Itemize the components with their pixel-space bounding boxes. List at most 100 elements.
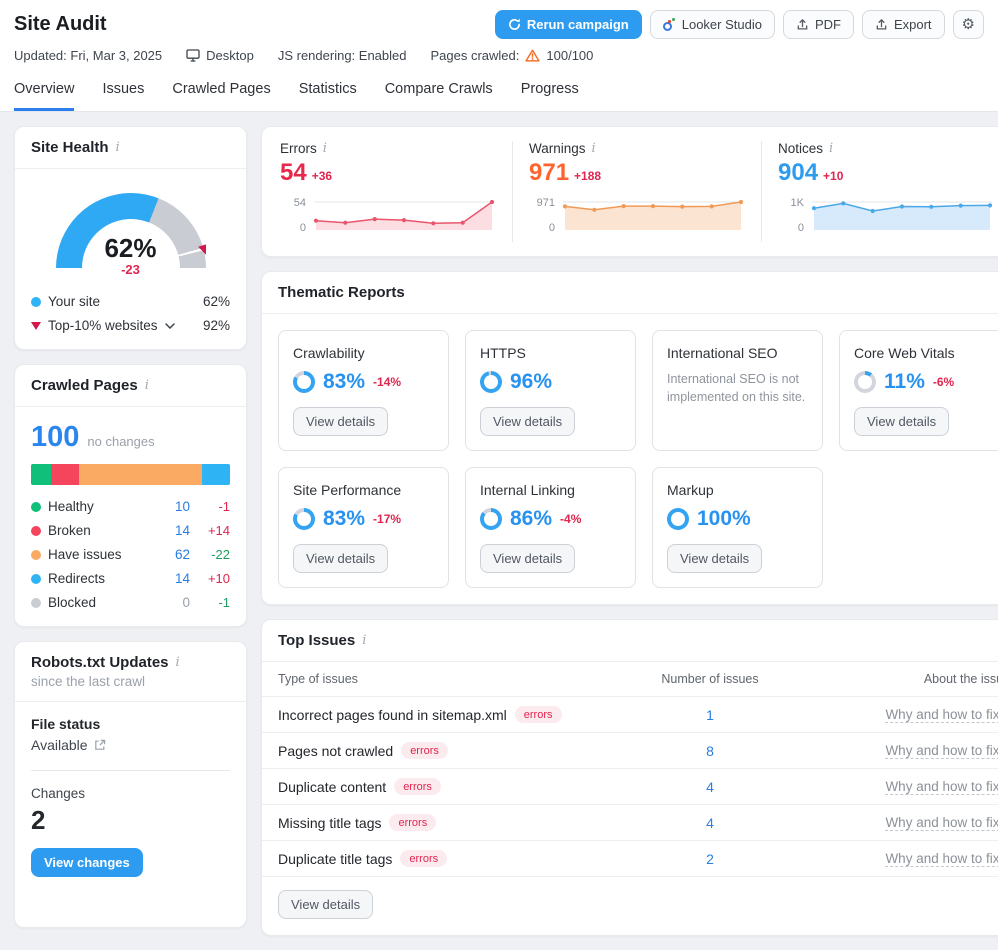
view-details-button[interactable]: View details	[278, 890, 373, 919]
notices-delta: +10	[823, 169, 843, 183]
tab-progress[interactable]: Progress	[521, 81, 579, 111]
report-delta: -6%	[933, 375, 954, 389]
tab-statistics[interactable]: Statistics	[299, 81, 357, 111]
why-how-to-fix-link[interactable]: Why and how to fix it	[885, 851, 998, 867]
donut-chart	[293, 508, 315, 530]
report-delta: -4%	[560, 512, 581, 526]
tab-issues[interactable]: Issues	[102, 81, 144, 111]
notices-sparkline	[810, 195, 994, 242]
view-details-button[interactable]: View details	[854, 407, 949, 436]
looker-studio-label: Looker Studio	[682, 17, 762, 32]
notices-metric: Notices i 904 +10 1K 0	[761, 141, 998, 242]
report-delta: -17%	[373, 512, 401, 526]
notices-value[interactable]: 904	[778, 159, 818, 187]
export-label: Export	[894, 17, 932, 32]
donut-chart	[293, 371, 315, 393]
report-percent: 100%	[697, 507, 751, 531]
report-description: International SEO is not implemented on …	[667, 371, 808, 406]
tab-compare-crawls[interactable]: Compare Crawls	[385, 81, 493, 111]
main-column: Errors i 54 +36 54 0 Warnings	[261, 126, 998, 936]
legend-redirects: Redirects 14 +10	[31, 571, 230, 586]
crawled-pages-note: no changes	[87, 434, 154, 449]
warnings-value[interactable]: 971	[529, 159, 569, 187]
errors-delta: +36	[312, 169, 332, 183]
issue-count-link[interactable]: 4	[630, 815, 790, 831]
device-label: Desktop	[206, 48, 254, 63]
core-web-vitals-card: Core Web Vitals 11% -6% View details	[839, 330, 998, 451]
js-rendering-status: JS rendering: Enabled	[278, 48, 407, 63]
info-icon[interactable]: i	[176, 655, 180, 670]
legend-value: 0	[154, 595, 190, 610]
legend-delta: -1	[194, 595, 230, 610]
audit-meta-row: Updated: Fri, Mar 3, 2025 Desktop JS ren…	[14, 48, 984, 63]
report-percent: 86%	[510, 507, 552, 531]
looker-studio-icon	[663, 18, 676, 31]
file-status-link[interactable]: Available	[31, 737, 106, 753]
errors-value[interactable]: 54	[280, 159, 307, 187]
pdf-button[interactable]: PDF	[783, 10, 854, 39]
why-how-to-fix-link[interactable]: Why and how to fix it	[885, 815, 998, 831]
donut-chart	[667, 508, 689, 530]
column-number-of-issues: Number of issues	[630, 672, 790, 686]
settings-button[interactable]: ⚙	[953, 10, 984, 39]
info-icon[interactable]: i	[145, 378, 149, 393]
legend-value[interactable]: 62	[154, 547, 190, 562]
issue-count-link[interactable]: 1	[630, 707, 790, 723]
column-about-the-issue: About the issue	[790, 672, 998, 686]
report-delta: -14%	[373, 375, 401, 389]
file-status-value: Available	[31, 737, 88, 753]
green-dot-icon	[31, 502, 41, 512]
why-how-to-fix-link[interactable]: Why and how to fix it	[885, 707, 998, 723]
crawled-pages-card: Crawled Pages i 100 no changes Healthy 1…	[14, 364, 247, 627]
errors-badge: errors	[389, 814, 436, 831]
legend-value[interactable]: 14	[154, 523, 190, 538]
tab-overview[interactable]: Overview	[14, 81, 74, 111]
info-icon[interactable]: i	[323, 141, 327, 156]
rerun-campaign-button[interactable]: Rerun campaign	[495, 10, 642, 39]
view-details-button[interactable]: View details	[293, 544, 388, 573]
column-type-of-issues: Type of issues	[278, 672, 630, 686]
view-details-button[interactable]: View details	[293, 407, 388, 436]
legend-value[interactable]: 14	[154, 571, 190, 586]
export-button[interactable]: Export	[862, 10, 945, 39]
site-health-card: Site Health i 62% -23 Your site 62% Top	[14, 126, 247, 350]
sidebar: Site Health i 62% -23 Your site 62% Top	[14, 126, 247, 928]
info-icon[interactable]: i	[116, 140, 120, 155]
crawled-pages-total: 100	[31, 421, 79, 454]
thematic-reports-card: Thematic Reports Crawlability 83% -14% V…	[261, 271, 998, 605]
issue-count-link[interactable]: 8	[630, 743, 790, 759]
view-changes-button[interactable]: View changes	[31, 848, 143, 877]
updated-date: Updated: Fri, Mar 3, 2025	[14, 48, 162, 63]
legend-label: Your site	[48, 294, 100, 309]
markup-card: Markup 100% View details	[652, 467, 823, 588]
why-how-to-fix-link[interactable]: Why and how to fix it	[885, 743, 998, 759]
legend-healthy: Healthy 10 -1	[31, 499, 230, 514]
view-details-button[interactable]: View details	[480, 407, 575, 436]
view-details-button[interactable]: View details	[480, 544, 575, 573]
looker-studio-button[interactable]: Looker Studio	[650, 10, 775, 39]
legend-broken: Broken 14 +14	[31, 523, 230, 538]
tab-crawled-pages[interactable]: Crawled Pages	[172, 81, 270, 111]
warnings-delta: +188	[574, 169, 601, 183]
legend-value[interactable]: 10	[154, 499, 190, 514]
info-icon[interactable]: i	[829, 141, 833, 156]
table-row: Incorrect pages found in sitemap.xmlerro…	[262, 697, 998, 733]
info-icon[interactable]: i	[592, 141, 596, 156]
issue-type: Missing title tags	[278, 815, 381, 831]
view-details-button[interactable]: View details	[667, 544, 762, 573]
bar-segment-have-issues	[79, 464, 202, 485]
upload-icon	[875, 18, 888, 31]
gear-icon: ⚙	[962, 17, 975, 32]
site-health-title: Site Health	[31, 139, 109, 156]
chevron-down-icon[interactable]	[165, 323, 175, 329]
issue-type: Duplicate title tags	[278, 851, 392, 867]
issue-count-link[interactable]: 2	[630, 851, 790, 867]
warnings-metric: Warnings i 971 +188 971 0	[512, 141, 761, 242]
issue-count-link[interactable]: 4	[630, 779, 790, 795]
donut-chart	[480, 508, 502, 530]
info-icon[interactable]: i	[362, 633, 366, 648]
crawled-pages-title: Crawled Pages	[31, 377, 138, 394]
why-how-to-fix-link[interactable]: Why and how to fix it	[885, 779, 998, 795]
rerun-campaign-label: Rerun campaign	[527, 17, 629, 32]
robots-title: Robots.txt Updates	[31, 654, 169, 671]
